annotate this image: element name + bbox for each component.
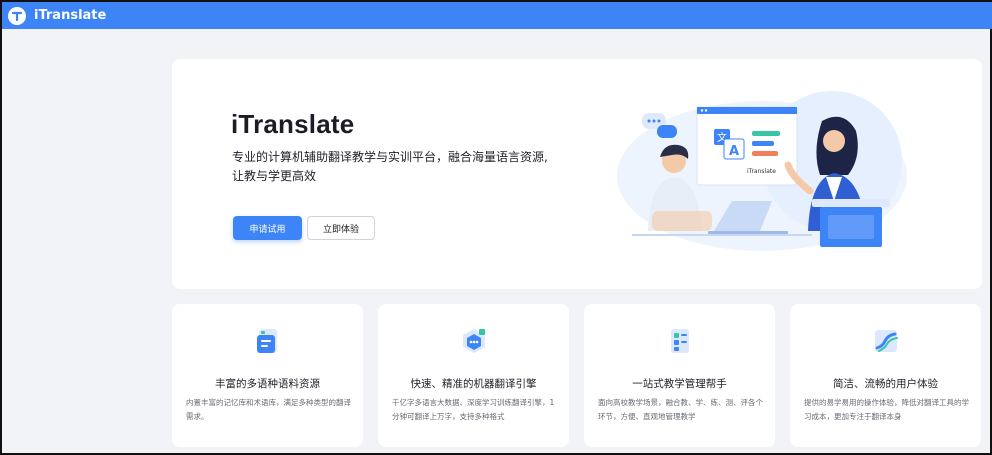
document-list-icon	[253, 326, 283, 356]
management-panel-icon	[665, 326, 695, 356]
feature-title: 丰富的多语种语料资源	[215, 378, 320, 390]
apply-trial-button[interactable]: 申请试用	[233, 216, 302, 240]
feature-title: 一站式教学管理帮手	[632, 378, 727, 390]
feature-description: 千亿字多语言大数据、深度学习训练翻译引擎，1分钟可翻译上万字，支持多种格式	[392, 398, 555, 421]
hero-description-line: 让教与学更高效	[232, 169, 317, 183]
hero-description: 专业的计算机辅助翻译教学与实训平台，融合海量语言资源, 让教与学更高效	[232, 148, 552, 186]
feature-description: 面向高校教学场景，融合教、学、练、测、评各个环节，方便、直观地管理教学	[598, 398, 763, 421]
feature-card-mt-engine: 快速、精准的机器翻译引擎 千亿字多语言大数据、深度学习训练翻译引擎，1分钟可翻译…	[378, 304, 569, 447]
feature-title: 简洁、流畅的用户体验	[833, 378, 938, 390]
hero-title: iTranslate	[231, 109, 355, 139]
feature-card-corpus: 丰富的多语种语料资源 内置丰富的记忆库和术语库，满足多种类型的翻译需求。	[172, 304, 363, 447]
brand-name[interactable]: iTranslate	[34, 8, 106, 23]
cube-chat-icon	[459, 326, 489, 356]
feature-description: 提供的易学易用的操作体验，降低对翻译工具的学习成本，更加专注于翻译本身	[804, 398, 969, 421]
feature-card-user-experience: 简洁、流畅的用户体验 提供的易学易用的操作体验，降低对翻译工具的学习成本，更加专…	[790, 304, 981, 447]
feature-description: 内置丰富的记忆库和术语库，满足多种类型的翻译需求。	[186, 398, 351, 421]
svg-text:A: A	[729, 144, 739, 159]
feature-card-teaching-management: 一站式教学管理帮手 面向高校教学场景，融合教、学、练、测、评各个环节，方便、直观…	[584, 304, 775, 447]
app-logo-icon[interactable]	[8, 6, 26, 25]
hero-illustration: 文 A iTranslate	[617, 91, 907, 251]
illustration-label: iTranslate	[747, 168, 776, 175]
hero-description-line: 专业的计算机辅助翻译教学与实训平台，融合海量语言资源,	[232, 150, 548, 164]
hero-card: iTranslate 专业的计算机辅助翻译教学与实训平台，融合海量语言资源, 让…	[172, 59, 982, 289]
try-now-button[interactable]: 立即体验	[307, 216, 375, 240]
trend-chart-icon	[871, 326, 901, 356]
top-bar: iTranslate	[2, 2, 992, 29]
feature-title: 快速、精准的机器翻译引擎	[410, 378, 537, 390]
